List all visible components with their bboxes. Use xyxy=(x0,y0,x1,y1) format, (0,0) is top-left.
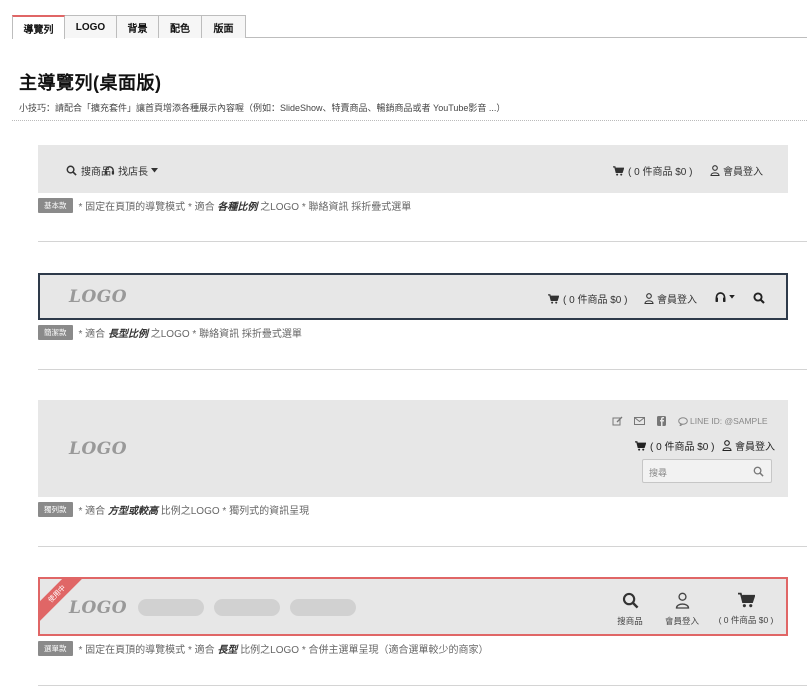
search-icon xyxy=(66,165,77,176)
user-icon xyxy=(644,293,654,304)
cart-link[interactable]: ( 0 件商品 $0 ) xyxy=(613,163,692,178)
login-link[interactable]: 會員登入 xyxy=(644,291,697,306)
desc-text: 之LOGO * 聯絡資訊 採折疊式選單 xyxy=(260,202,412,213)
cart-label: ( 0 件商品 $0 ) xyxy=(650,442,715,453)
user-icon xyxy=(722,440,732,451)
option-description: 獨列款 * 適合 方型或較高 比例之LOGO * 獨列式的資訊呈現 xyxy=(38,502,309,517)
menu-placeholder xyxy=(138,599,204,616)
search-link[interactable]: 搜商品 xyxy=(606,592,654,627)
cart-label: ( 0 件商品 $0 ) xyxy=(718,615,774,625)
navbar-preview-menu[interactable]: 使用中 LOGO 搜商品 會員登入 ( 0 件商品 $0 ) xyxy=(38,577,788,636)
search-box[interactable]: 搜尋 xyxy=(642,459,772,483)
contact-dropdown[interactable] xyxy=(714,291,735,303)
login-label: 會員登入 xyxy=(723,167,763,178)
desc-text: 比例之LOGO * 合併主選單呈現（適合選單較少的商家） xyxy=(240,645,489,656)
cart-link[interactable]: ( 0 件商品 $0 ) xyxy=(635,438,714,453)
divider xyxy=(38,546,807,547)
caret-down-icon xyxy=(729,295,735,299)
login-label: 會員登入 xyxy=(664,616,699,626)
search-icon[interactable] xyxy=(753,292,765,304)
navbar-preview-standalone[interactable]: LOGO LINE ID: @SAMPLE ( 0 件商品 $0 ) 會員登入 … xyxy=(38,400,788,497)
cart-icon xyxy=(635,440,646,451)
divider xyxy=(38,685,807,686)
tab-logo[interactable]: LOGO xyxy=(64,15,117,38)
contact-label: 找店長 xyxy=(118,167,148,178)
desc-text: 比例之LOGO * 獨列式的資訊呈現 xyxy=(160,506,310,517)
divider xyxy=(38,241,807,242)
style-badge: 獨列款 xyxy=(38,502,73,517)
option-description: 基本款 * 固定在頁頂的導覽模式 * 適合 各種比例 之LOGO * 聯絡資訊 … xyxy=(38,198,411,213)
menu-placeholder xyxy=(290,599,356,616)
edit-icon[interactable] xyxy=(612,416,623,426)
page-title: 主導覽列(桌面版) xyxy=(19,73,162,93)
headset-icon xyxy=(104,166,115,175)
cart-label: ( 0 件商品 $0 ) xyxy=(563,295,628,306)
logo: LOGO xyxy=(69,598,128,618)
tab-navbar[interactable]: 導覽列 xyxy=(12,15,65,39)
search-icon[interactable] xyxy=(753,466,764,477)
divider xyxy=(12,120,807,121)
tab-layout[interactable]: 版面 xyxy=(201,15,246,38)
desc-emphasis: 各種比例 xyxy=(217,202,258,213)
facebook-icon[interactable] xyxy=(657,416,666,426)
logo: LOGO xyxy=(69,439,128,459)
login-label: 會員登入 xyxy=(657,295,697,306)
option-description: 選單款 * 固定在頁頂的導覽模式 * 適合 長型 比例之LOGO * 合併主選單… xyxy=(38,641,489,656)
user-icon xyxy=(675,592,689,609)
cart-icon xyxy=(737,592,755,608)
desc-text: * 適合 xyxy=(78,506,106,517)
style-badge: 簡潔款 xyxy=(38,325,73,340)
ribbon-label: 使用中 xyxy=(47,584,68,605)
cart-label: ( 0 件商品 $0 ) xyxy=(628,167,693,178)
tab-background[interactable]: 背景 xyxy=(116,15,159,38)
login-label: 會員登入 xyxy=(735,442,775,453)
cart-icon xyxy=(548,293,559,304)
logo: LOGO xyxy=(69,287,128,307)
desc-emphasis: 方型或較高 xyxy=(107,506,158,517)
desc-text: 之LOGO * 聯絡資訊 採折疊式選單 xyxy=(150,329,302,340)
login-link[interactable]: 會員登入 xyxy=(722,438,775,453)
option-description: 簡潔款 * 適合 長型比例 之LOGO * 聯絡資訊 採折疊式選單 xyxy=(38,325,302,340)
divider xyxy=(38,369,807,370)
tab-bar: 導覽列 LOGO 背景 配色 版面 xyxy=(12,15,807,39)
desc-text: * 固定在頁頂的導覽模式 * 適合 xyxy=(78,645,215,656)
login-link[interactable]: 會員登入 xyxy=(657,592,707,627)
line-id-label: LINE ID: @SAMPLE xyxy=(690,416,768,426)
cart-link[interactable]: ( 0 件商品 $0 ) xyxy=(548,291,627,306)
desc-text: * 固定在頁頂的導覽模式 * 適合 xyxy=(78,202,215,213)
headset-icon xyxy=(715,292,726,302)
tab-color[interactable]: 配色 xyxy=(158,15,202,38)
user-icon xyxy=(710,165,720,176)
envelope-icon[interactable] xyxy=(634,417,645,425)
caret-down-icon xyxy=(151,168,158,173)
cart-icon xyxy=(613,165,624,176)
style-badge: 基本款 xyxy=(38,198,73,213)
line-contact[interactable]: LINE ID: @SAMPLE xyxy=(678,416,768,426)
search-label: 搜商品 xyxy=(617,616,643,626)
desc-emphasis: 長型比例 xyxy=(107,329,148,340)
desc-emphasis: 長型 xyxy=(217,645,238,656)
login-link[interactable]: 會員登入 xyxy=(710,163,763,178)
search-icon xyxy=(622,592,638,609)
chat-icon xyxy=(678,416,688,426)
search-placeholder: 搜尋 xyxy=(649,468,668,478)
navbar-preview-basic[interactable]: 搜商品 找店長 ( 0 件商品 $0 ) 會員登入 xyxy=(38,145,788,193)
contact-dropdown[interactable]: 找店長 xyxy=(104,163,158,178)
navbar-preview-simple[interactable]: LOGO ( 0 件商品 $0 ) 會員登入 xyxy=(38,273,788,320)
page-tip: 小技巧：請配合「擴充套件」讓首頁增添各種展示內容喔（例如：SlideShow、特… xyxy=(19,103,506,113)
cart-link[interactable]: ( 0 件商品 $0 ) xyxy=(712,592,780,626)
style-badge: 選單款 xyxy=(38,641,73,656)
desc-text: * 適合 xyxy=(78,329,106,340)
menu-placeholder xyxy=(214,599,280,616)
